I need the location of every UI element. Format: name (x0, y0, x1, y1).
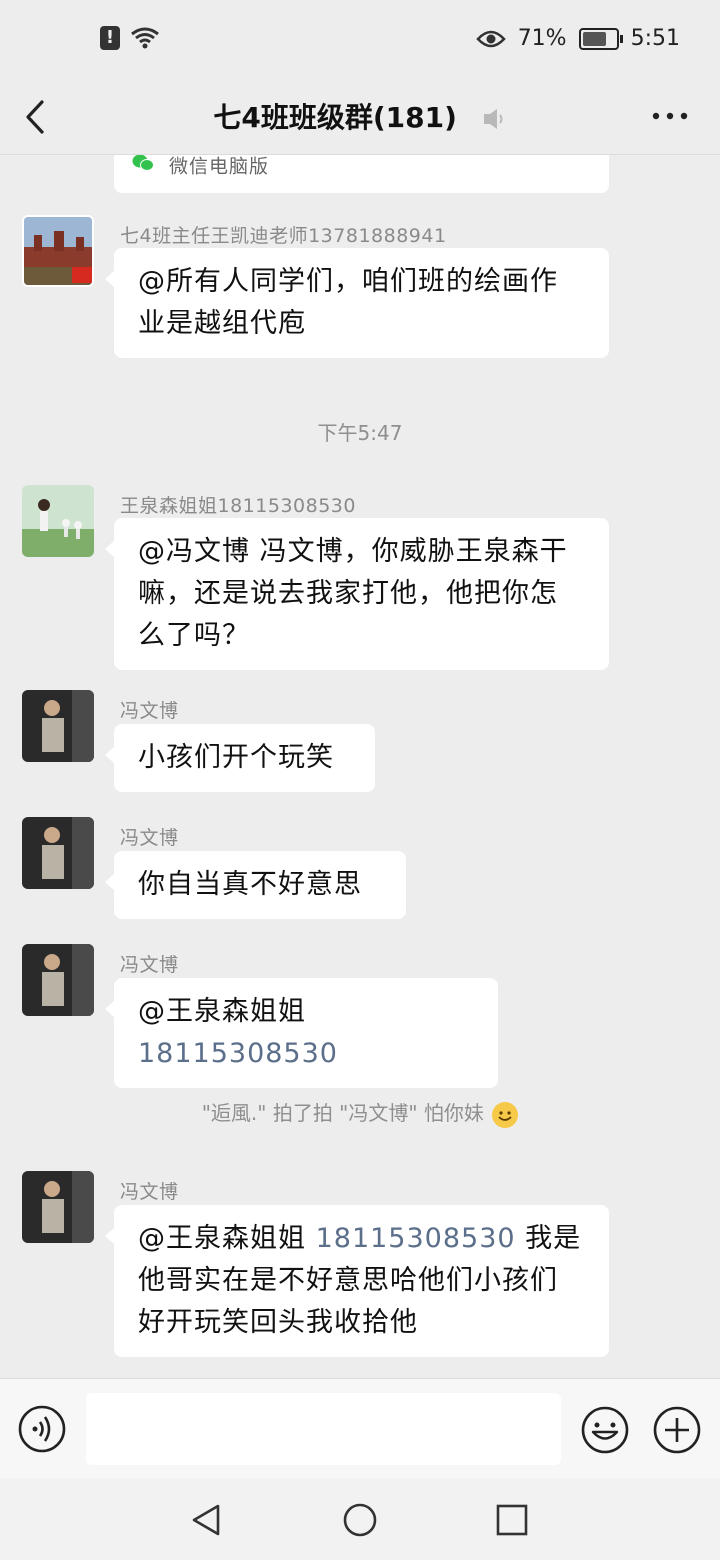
message-bubble[interactable]: @冯文博 冯文博，你威胁王泉森干嘛，还是说去我家打他，他把你怎么了吗？ (105, 518, 609, 670)
message-bubble[interactable]: 你自当真不好意思 (105, 851, 406, 919)
avatar[interactable] (22, 690, 94, 762)
voice-input-icon (18, 1405, 66, 1453)
mention-tag[interactable]: @王泉森姐姐 (138, 1223, 306, 1254)
battery-icon (578, 27, 623, 50)
phone-number[interactable]: 18115308530 (138, 1038, 338, 1069)
avatar[interactable] (22, 944, 94, 1016)
more-button[interactable] (650, 106, 690, 126)
system-nav-bar (0, 1478, 720, 1560)
status-right: 71% 5:51 (475, 26, 680, 51)
avatar-man-photo (22, 690, 94, 762)
message-bubble[interactable]: @所有人同学们，咱们班的绘画作业是越组代庖 (105, 248, 609, 358)
nav-home-circle-icon (343, 1503, 377, 1537)
sender-name: 王泉森姐姐18115308530 (120, 495, 356, 517)
mention-tag[interactable]: @王泉森姐姐 (138, 996, 306, 1027)
plus-icon (653, 1406, 701, 1454)
avatar-man-photo (22, 1171, 94, 1243)
avatar[interactable] (22, 1171, 94, 1243)
wechat-logo-icon (132, 155, 154, 188)
message-bubble-source[interactable]: 微信电脑版 (114, 155, 609, 193)
sender-name: 冯文博 (120, 827, 179, 849)
pat-system-message: "逅風." 拍了拍 "冯文博" 怕你妹 (0, 1097, 720, 1128)
avatar-man-photo (22, 817, 94, 889)
pat-text: "逅風." 拍了拍 "冯文博" 怕你妹 (201, 1101, 484, 1125)
message-input[interactable] (86, 1393, 561, 1465)
avatar[interactable] (22, 215, 94, 287)
nav-back-button[interactable] (186, 1500, 226, 1540)
status-bar: ! 71% 5:51 (0, 0, 720, 80)
source-label: 微信电脑版 (169, 155, 270, 178)
voice-button[interactable] (18, 1405, 66, 1453)
sender-name: 冯文博 (120, 1181, 179, 1203)
avatar[interactable] (22, 485, 94, 557)
status-left: ! (100, 26, 160, 50)
smile-emoji-icon (492, 1101, 519, 1128)
message-bubble[interactable]: @王泉森姐姐 18115308530 我是他哥实在是不好意思哈他们小孩们好开玩笑… (105, 1205, 609, 1357)
avatar-girl-illustration (22, 485, 94, 557)
message-bubble[interactable]: 小孩们开个玩笑 (105, 724, 375, 792)
clock: 5:51 (630, 26, 680, 51)
more-dots-icon (652, 112, 688, 120)
mute-icon (483, 109, 503, 129)
chat-header: 七4班班级群(181) (0, 80, 720, 155)
emoji-icon (581, 1406, 629, 1454)
eye-icon (475, 30, 506, 47)
message-bubble[interactable]: @王泉森姐姐 18115308530 (105, 978, 498, 1088)
input-bar (0, 1378, 720, 1479)
sender-name: 冯文博 (120, 700, 179, 722)
plus-button[interactable] (652, 1405, 702, 1455)
alert-icon: ! (100, 26, 120, 50)
wifi-icon (131, 27, 159, 49)
avatar[interactable] (22, 817, 94, 889)
battery-percent: 71% (517, 26, 567, 51)
nav-back-triangle-icon (192, 1504, 220, 1536)
time-separator: 下午5:47 (317, 421, 403, 445)
sender-name: 冯文博 (120, 954, 179, 976)
header-title-wrap: 七4班班级群(181) (0, 96, 720, 136)
nav-recent-button[interactable] (492, 1500, 532, 1540)
chat-title: 七4班班级群(181) (213, 101, 457, 134)
phone-number[interactable]: 18115308530 (316, 1223, 516, 1254)
battery-fill (582, 31, 606, 46)
emoji-button[interactable] (580, 1405, 630, 1455)
nav-home-button[interactable] (340, 1500, 380, 1540)
sender-name: 七4班主任王凯迪老师13781888941 (120, 225, 447, 247)
avatar-man-photo (22, 944, 94, 1016)
avatar-castle-image (24, 217, 92, 285)
chat-message-list[interactable]: 微信电脑版 七4班主任王凯迪老师13781888941 @所有人同学们，咱们班的… (0, 155, 720, 1377)
nav-recent-square-icon (496, 1504, 528, 1536)
